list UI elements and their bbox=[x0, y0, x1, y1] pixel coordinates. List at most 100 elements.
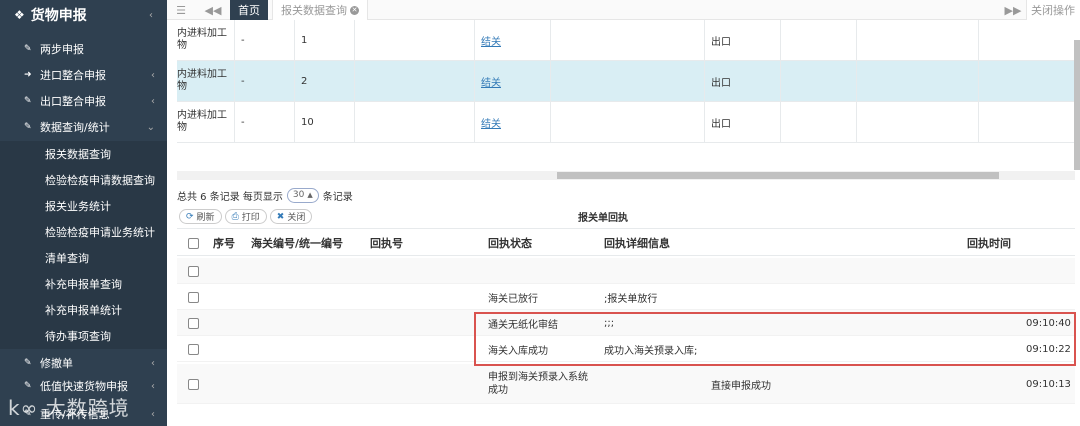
table-row[interactable]: 内进料加工 物 - 1 结关 出口 bbox=[177, 20, 1075, 61]
tab-label: 报关数据查询 bbox=[281, 4, 347, 17]
cell: - bbox=[235, 102, 295, 142]
scrollbar-thumb[interactable] bbox=[557, 172, 999, 179]
refresh-button-label: 刷新 bbox=[196, 213, 215, 223]
scrollbar-thumb[interactable] bbox=[1074, 40, 1080, 170]
sidebar-subitem-list-query[interactable]: 清单查询 bbox=[0, 245, 167, 271]
header-time: 回执时间 bbox=[967, 237, 1011, 250]
checkbox-box bbox=[188, 317, 199, 329]
close-tab-icon[interactable]: ✕ bbox=[350, 5, 359, 15]
table-row[interactable]: 通关无纸化审结 ;;; 09:10:40 bbox=[177, 310, 1075, 336]
row-checkbox[interactable] bbox=[188, 258, 199, 284]
watermark-text: 大数跨境 bbox=[45, 396, 130, 420]
cell: - bbox=[235, 20, 295, 60]
sidebar-item-two-step[interactable]: ✎ 两步申报 bbox=[0, 36, 167, 62]
tab-home[interactable]: 首页 bbox=[230, 0, 268, 20]
cell bbox=[551, 102, 705, 142]
pager-suffix: 条记录 bbox=[322, 191, 353, 203]
horizontal-scrollbar[interactable] bbox=[177, 171, 1075, 180]
row-checkbox[interactable] bbox=[188, 364, 199, 404]
page-size-value: 30 bbox=[292, 190, 305, 200]
sidebar-subitem-label: 补充申报单查询 bbox=[45, 278, 122, 291]
sidebar-subitem-inspection-query[interactable]: 检验检疫申请数据查询 bbox=[0, 167, 167, 193]
table-row[interactable] bbox=[177, 258, 1075, 284]
sidebar-item-label: 出口整合申报 bbox=[40, 95, 106, 108]
item-count-cell: 10 bbox=[295, 102, 355, 142]
vertical-scrollbar[interactable] bbox=[1074, 40, 1080, 170]
pager-prefix: 总共 6 条记录 每页显示 bbox=[177, 191, 283, 203]
row-checkbox[interactable] bbox=[188, 310, 199, 336]
sidebar-subitem-customs-query[interactable]: 报关数据查询 bbox=[0, 141, 167, 167]
trade-mode-cell: 内进料加工 物 bbox=[177, 61, 235, 101]
status-link[interactable]: 结关 bbox=[481, 74, 501, 89]
status-cell: 通关无纸化审结 bbox=[488, 319, 558, 331]
cell bbox=[857, 61, 979, 101]
row-checkbox[interactable] bbox=[188, 336, 199, 362]
print-button[interactable]: ⎙ 打印 bbox=[224, 209, 267, 224]
sidebar-item-data-query[interactable]: ✎ 数据查询/统计 ⌄ bbox=[0, 114, 167, 140]
table-row[interactable]: 海关入库成功 成功入海关预录入库; 09:10:22 bbox=[177, 336, 1075, 362]
menu-toggle-icon[interactable]: ☰ bbox=[171, 0, 191, 20]
status-link[interactable]: 结关 bbox=[481, 33, 501, 48]
cell bbox=[979, 20, 1075, 60]
sidebar-subitem-todo-query[interactable]: 待办事项查询 bbox=[0, 323, 167, 349]
sidebar-subitem-label: 报关数据查询 bbox=[45, 148, 111, 161]
edit-icon: ✎ bbox=[24, 381, 32, 391]
select-all-checkbox[interactable] bbox=[188, 229, 199, 257]
tab-label: 首页 bbox=[238, 4, 260, 17]
chevron-down-icon: ⌄ bbox=[146, 121, 155, 133]
sidebar-title[interactable]: ❖ 货物申报 ‹ bbox=[0, 0, 167, 30]
status-cell: 海关入库成功 bbox=[488, 345, 548, 357]
close-button[interactable]: ✖ 关闭 bbox=[269, 209, 313, 224]
page-size-select[interactable]: 30 ▲ bbox=[286, 187, 319, 203]
sidebar-item-label: 数据查询/统计 bbox=[40, 121, 110, 134]
cell bbox=[781, 20, 857, 60]
sidebar-subitem-label: 补充申报单统计 bbox=[45, 304, 122, 317]
edit-icon: ✎ bbox=[24, 122, 32, 132]
item-count-cell: 2 bbox=[295, 61, 355, 101]
sidebar-item-import[interactable]: ➜ 进口整合申报 ‹ bbox=[0, 62, 167, 88]
tab-scroll-left-icon[interactable]: ◀◀ bbox=[203, 0, 223, 20]
sidebar-title-label: 货物申报 bbox=[30, 8, 87, 24]
edit-icon: ✎ bbox=[24, 96, 32, 106]
print-icon: ⎙ bbox=[231, 211, 239, 222]
watermark: k∞ 大数跨境 bbox=[8, 392, 130, 421]
cell bbox=[355, 20, 475, 60]
table-row[interactable]: 内进料加工 物 - 10 结关 出口 bbox=[177, 102, 1075, 143]
sidebar-subitem-customs-stats[interactable]: 报关业务统计 bbox=[0, 193, 167, 219]
close-ops-label: 关闭操作 bbox=[1031, 4, 1075, 17]
status-cell: 海关已放行 bbox=[488, 293, 538, 305]
time-cell: 09:10:13 bbox=[1026, 378, 1071, 390]
cell bbox=[355, 61, 475, 101]
ie-flag-cell: 出口 bbox=[705, 61, 781, 101]
sidebar-item-modify-withdraw[interactable]: ✎ 修撤单 ‹ bbox=[0, 350, 167, 376]
sign-in-icon: ➜ bbox=[24, 70, 32, 80]
detail-cell: 成功入海关预录入库; bbox=[604, 345, 698, 357]
cell bbox=[857, 20, 979, 60]
sidebar-subitem-inspection-stats[interactable]: 检验检疫申请业务统计 bbox=[0, 219, 167, 245]
cell bbox=[781, 102, 857, 142]
refresh-button[interactable]: ⟳ 刷新 bbox=[179, 209, 222, 224]
status-link[interactable]: 结关 bbox=[481, 115, 501, 130]
header-receipt-no: 回执号 bbox=[370, 237, 403, 250]
cell bbox=[781, 61, 857, 101]
sidebar-subitem-supplement-query[interactable]: 补充申报单查询 bbox=[0, 271, 167, 297]
sidebar-subitem-supplement-stats[interactable]: 补充申报单统计 bbox=[0, 297, 167, 323]
row-checkbox[interactable] bbox=[188, 284, 199, 310]
sidebar-subitem-label: 待办事项查询 bbox=[45, 330, 111, 343]
chevron-left-icon: ‹ bbox=[151, 69, 155, 81]
close-ops-menu[interactable]: 关闭操作 bbox=[1026, 0, 1080, 20]
sidebar-item-export[interactable]: ✎ 出口整合申报 ‹ bbox=[0, 88, 167, 114]
tab-scroll-right-icon[interactable]: ▶▶ bbox=[1003, 0, 1023, 20]
ie-flag-cell: 出口 bbox=[705, 20, 781, 60]
header-customs-no: 海关编号/统一编号 bbox=[251, 237, 344, 250]
time-cell: 09:10:22 bbox=[1026, 343, 1071, 355]
tab-customs-query[interactable]: 报关数据查询 ✕ bbox=[272, 0, 368, 20]
sidebar-item-label: 修撤单 bbox=[40, 357, 73, 370]
table-row[interactable]: 内进料加工 物 - 2 结关 出口 bbox=[177, 61, 1075, 102]
status-cell: 结关 bbox=[475, 61, 551, 101]
table-row[interactable]: 海关已放行 ;报关单放行 bbox=[177, 284, 1075, 310]
checkbox-box bbox=[188, 343, 199, 355]
table-row[interactable]: 申报到海关预录入系统 成功 直接申报成功 09:10:13 bbox=[177, 364, 1075, 404]
pagination-info: 总共 6 条记录 每页显示 30 ▲ 条记录 bbox=[177, 186, 353, 204]
close-icon: ✖ bbox=[276, 211, 285, 222]
